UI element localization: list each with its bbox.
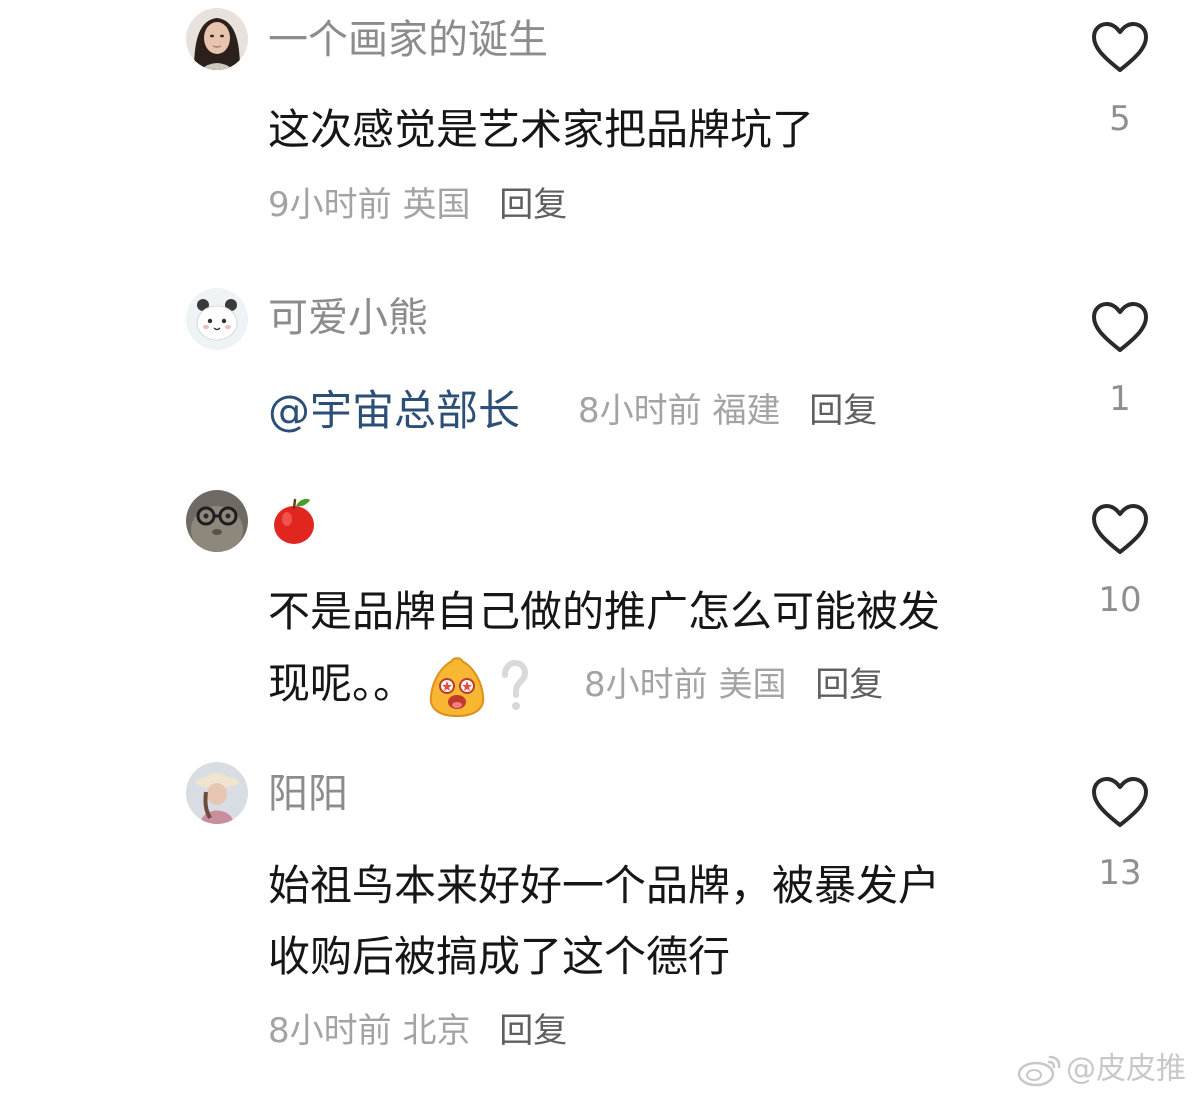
avatar[interactable]	[186, 288, 248, 350]
comment-text: 始祖鸟本来好好一个品牌，被暴发户 收购后被搞成了这个德行	[268, 850, 940, 992]
comment-location: 美国	[718, 665, 787, 705]
avatar[interactable]	[186, 490, 248, 552]
reply-button[interactable]: 回复	[809, 391, 877, 431]
weibo-logo-icon	[1016, 1053, 1062, 1087]
comment-line: 收购后被搞成了这个德行	[268, 932, 731, 981]
username[interactable]	[268, 494, 320, 546]
avatar[interactable]	[186, 762, 248, 824]
heart-icon[interactable]	[1090, 775, 1150, 829]
avatar[interactable]	[186, 8, 248, 70]
like-count: 10	[1098, 580, 1142, 620]
comment-meta: 8小时前 福建 回复	[578, 394, 877, 428]
reply-button[interactable]: 回复	[499, 1011, 567, 1051]
comment-text: 不是品牌自己做的推广怎么可能被发	[268, 576, 940, 647]
heart-icon[interactable]	[1090, 300, 1150, 354]
reply-button[interactable]: 回复	[499, 185, 567, 225]
watermark-text: @皮皮推	[1066, 1051, 1186, 1087]
comment-location: 北京	[402, 1011, 471, 1051]
comment-meta: 9小时前 英国 回复	[268, 188, 567, 222]
comment-line: 始祖鸟本来好好一个品牌，被暴发户	[268, 861, 941, 910]
excited-face-emoji-icon	[427, 656, 487, 718]
comment-time: 8小时前	[268, 1011, 392, 1051]
question-mark-emoji-icon	[499, 659, 529, 715]
like-count: 5	[1109, 99, 1131, 139]
comment-line: 这次感觉是艺术家把品牌坑了	[268, 105, 815, 154]
heart-icon[interactable]	[1090, 20, 1150, 74]
comment-time: 8小时前	[584, 665, 708, 705]
comment-text-continued: 现呢。。	[268, 648, 529, 719]
comment-meta: 8小时前 北京 回复	[268, 1014, 567, 1048]
heart-icon[interactable]	[1090, 502, 1150, 556]
comment-location: 福建	[712, 391, 781, 431]
comment-time: 9小时前	[268, 185, 392, 225]
username[interactable]: 一个画家的诞生	[268, 20, 548, 60]
comment-location: 英国	[402, 185, 471, 225]
comment-time: 8小时前	[578, 391, 702, 431]
apple-emoji-icon	[268, 494, 320, 546]
comment-meta: 8小时前 美国 回复	[584, 668, 883, 702]
watermark: @皮皮推	[1016, 1053, 1186, 1087]
username[interactable]: 可爱小熊	[268, 298, 428, 338]
reply-button[interactable]: 回复	[815, 665, 883, 705]
comment-line: 现呢。。	[268, 659, 416, 708]
comment-text: 这次感觉是艺术家把品牌坑了	[268, 94, 814, 165]
username[interactable]: 阳阳	[268, 774, 348, 814]
like-count: 13	[1098, 853, 1142, 893]
like-count: 1	[1109, 379, 1131, 419]
comment-line: 不是品牌自己做的推广怎么可能被发	[268, 587, 941, 636]
mention-link[interactable]: @宇宙总部长	[268, 390, 520, 432]
